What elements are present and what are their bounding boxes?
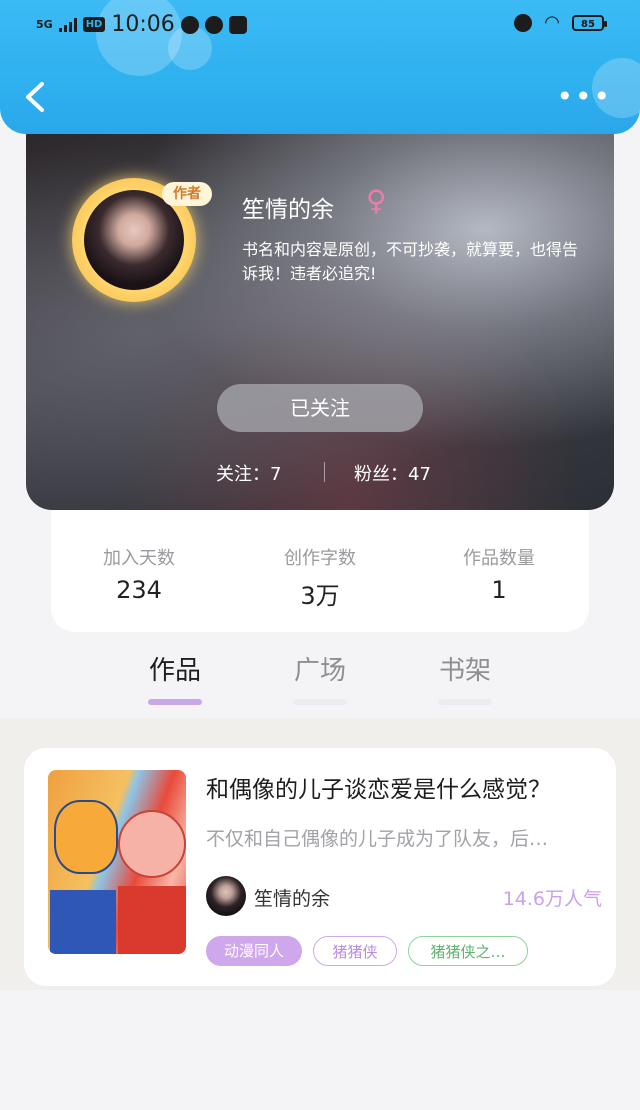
- tab-bookshelf[interactable]: 书架: [415, 650, 515, 705]
- tab-label: 书架: [438, 656, 491, 686]
- follow-counts: 关注：7 粉丝：47: [26, 458, 614, 488]
- tag-chip[interactable]: 猪猪侠: [313, 936, 397, 966]
- work-author-name[interactable]: 笙情的余: [254, 884, 330, 911]
- stat-join-days: 加入天数 234: [59, 544, 219, 604]
- back-button[interactable]: [22, 80, 52, 114]
- book-cover[interactable]: [48, 770, 186, 954]
- following-count[interactable]: 关注：7: [216, 460, 281, 486]
- profile-name: 笙情的余: [242, 197, 334, 223]
- stat-work-count: 作品数量 1: [419, 544, 579, 604]
- status-time: 10:06: [111, 12, 175, 37]
- fans-count[interactable]: 粉丝：47: [354, 460, 431, 486]
- network-type: 5G: [36, 18, 53, 31]
- battery-icon: 85: [572, 14, 607, 31]
- stat-label: 作品数量: [463, 548, 535, 569]
- wifi-icon: ◠: [544, 12, 560, 33]
- stat-word-count: 创作字数 3万: [240, 544, 400, 611]
- work-popularity: 14.6万人气: [502, 888, 602, 910]
- stat-value: 3万: [300, 582, 340, 610]
- alarm-icon: [514, 13, 533, 32]
- more-button[interactable]: •••: [556, 80, 612, 114]
- work-card[interactable]: 和偶像的儿子谈恋爱是什么感觉？ 不仅和自己偶像的儿子成为了队友，后… 笙情的余 …: [24, 748, 616, 986]
- author-badge: 作者: [162, 182, 212, 206]
- divider: [324, 462, 325, 482]
- work-author-row: 笙情的余 14.6万人气: [206, 874, 602, 918]
- tab-indicator: [148, 699, 202, 705]
- stats-panel: 加入天数 234 创作字数 3万 作品数量 1: [51, 510, 589, 632]
- tab-label: 广场: [293, 656, 346, 686]
- stat-label: 创作字数: [284, 548, 356, 569]
- stat-label: 加入天数: [103, 548, 175, 569]
- hd-icon: HD: [82, 17, 106, 32]
- tag-chip[interactable]: 动漫同人: [206, 936, 302, 966]
- work-title[interactable]: 和偶像的儿子谈恋爱是什么感觉？: [206, 770, 606, 804]
- follow-button[interactable]: 已关注: [217, 384, 423, 432]
- tab-bar: 作品 广场 书架: [0, 650, 640, 710]
- profile-bio: 书名和内容是原创，不可抄袭，就算要，也得告诉我！违者必追究!: [242, 240, 579, 283]
- compass-icon: [204, 15, 223, 34]
- tab-indicator: [438, 699, 492, 705]
- tag-chip[interactable]: 猪猪侠之…: [408, 936, 528, 966]
- signal-icon: [58, 17, 77, 32]
- tab-works[interactable]: 作品: [125, 650, 225, 705]
- work-description: 不仅和自己偶像的儿子成为了队友，后…: [206, 828, 549, 850]
- author-avatar-small[interactable]: [206, 876, 246, 916]
- chevron-left-icon: [26, 82, 44, 112]
- status-bar: 5G HD 10:06 ◠ 85: [0, 8, 640, 44]
- tab-indicator: [293, 699, 347, 705]
- stat-value: 1: [491, 576, 507, 604]
- app-notification-icon: [180, 15, 199, 34]
- tab-label: 作品: [148, 656, 201, 686]
- play-icon: [228, 15, 247, 34]
- top-bar: 5G HD 10:06 ◠ 85 •••: [0, 0, 640, 134]
- tab-square[interactable]: 广场: [270, 650, 370, 705]
- author-avatar[interactable]: 作者: [72, 178, 212, 302]
- profile-header: 作者 笙情的余 ♀ 书名和内容是原创，不可抄袭，就算要，也得告诉我！违者必追究!…: [26, 110, 614, 510]
- female-icon: ♀: [366, 184, 387, 217]
- stat-value: 234: [116, 576, 162, 604]
